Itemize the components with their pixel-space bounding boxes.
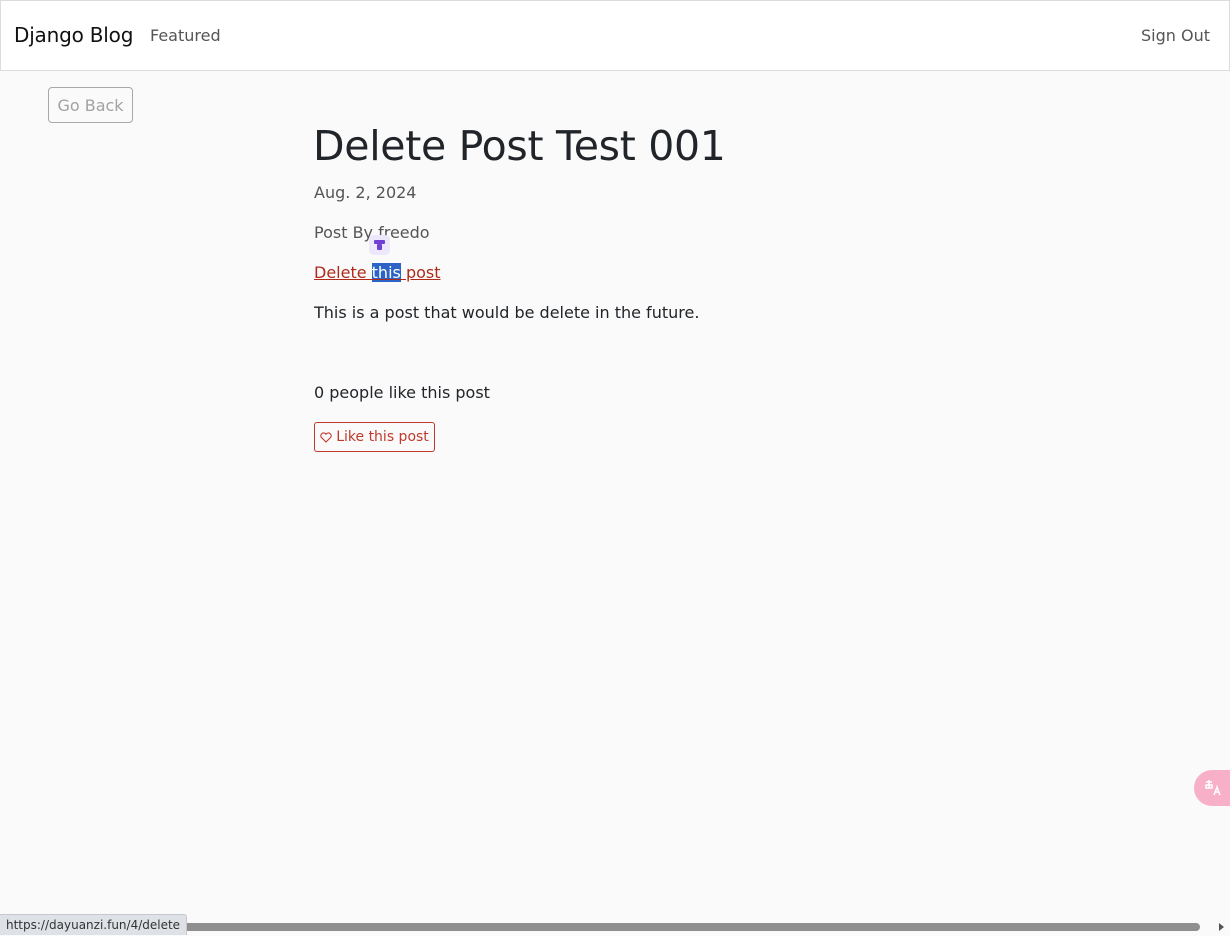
translate-widget[interactable] xyxy=(1194,770,1230,806)
scroll-right-arrow-icon[interactable] xyxy=(1219,923,1224,931)
delete-post-link[interactable]: Delete this post xyxy=(314,263,441,282)
selection-toolbar-icon[interactable] xyxy=(369,235,390,255)
post-title: Delete Post Test 001 xyxy=(313,122,726,170)
selected-text: this xyxy=(371,263,401,282)
delete-link-text-before: Delete xyxy=(314,263,372,282)
nav-link-featured[interactable]: Featured xyxy=(150,26,221,45)
like-post-button[interactable]: Like this post xyxy=(314,422,435,452)
translate-icon xyxy=(1205,780,1221,796)
heart-icon xyxy=(320,431,332,443)
brand-link[interactable]: Django Blog xyxy=(14,23,133,47)
sign-out-link[interactable]: Sign Out xyxy=(1141,26,1210,45)
go-back-button[interactable]: Go Back xyxy=(48,87,133,123)
status-bar-url: https://dayuanzi.fun/4/delete xyxy=(0,914,188,935)
post-body: This is a post that would be delete in t… xyxy=(314,303,700,322)
post-date: Aug. 2, 2024 xyxy=(314,183,417,202)
delete-link-text-after: post xyxy=(400,263,441,282)
likes-count: 0 people like this post xyxy=(314,383,490,402)
like-button-label: Like this post xyxy=(336,429,429,445)
extension-icon xyxy=(374,240,385,250)
scrollbar-thumb[interactable] xyxy=(150,923,1200,931)
top-navbar: Django Blog Featured Sign Out xyxy=(0,0,1230,71)
